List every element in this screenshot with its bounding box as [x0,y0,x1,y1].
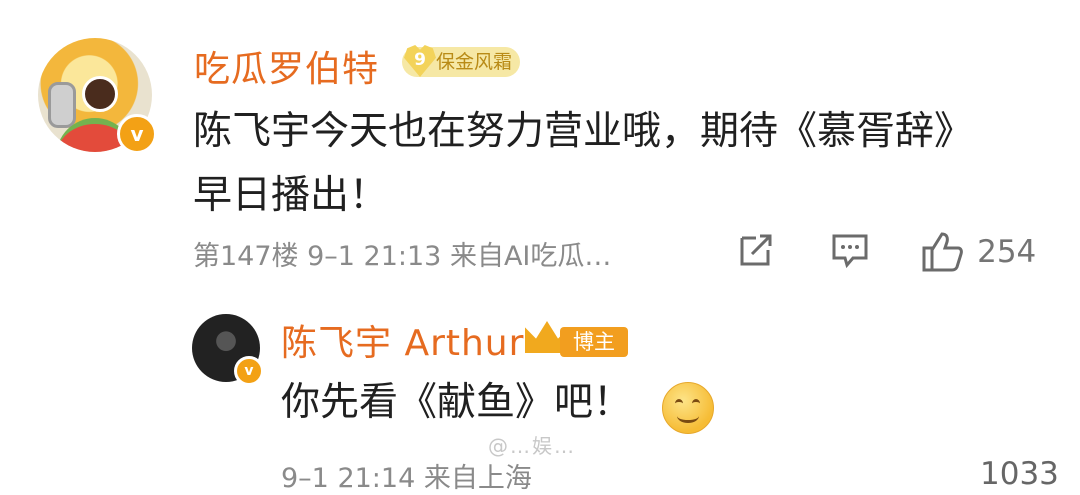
comment-author[interactable]: 吃瓜罗伯特 [194,40,379,92]
level-badge-label: 保金风霜 [436,51,513,73]
level-heart-icon: 9 [404,45,436,77]
share-icon [740,234,772,266]
comment-icon [832,234,868,269]
reply-verified-badge: v [234,356,264,386]
comment-text-line: 早日播出！ [193,173,389,218]
reply-meta: 9–1 21:14 来自上海 [281,463,532,494]
verified-badge: v [117,114,157,154]
smiley-emoji-icon [662,382,714,434]
comment-button[interactable] [830,230,870,270]
reply-author[interactable]: 陈飞宇 Arthur [281,314,524,366]
eye-illustration [82,76,118,112]
like-count: 254 [977,234,1037,270]
comment-meta: 第147楼 9–1 21:13 来自AI吃瓜… [193,241,612,272]
blogger-badge: 博主 [560,327,628,357]
comment-text-line: 陈飞宇今天也在努力营业哦，期待《慕胥辞》 [193,109,974,154]
like-button[interactable]: 254 [920,230,1037,272]
headset-illustration [48,82,76,128]
watermark: @…娱… [488,434,576,458]
comment-card: v 吃瓜罗伯特 9 保金风霜 陈飞宇今天也在努力营业哦，期待《慕胥辞》 早日播出… [0,0,1080,290]
share-button[interactable] [736,230,776,270]
fan-level-badge: 9 保金风霜 [402,45,521,77]
comment-text: 陈飞宇今天也在努力营业哦，期待《慕胥辞》 早日播出！ [193,100,1053,228]
reply-avatar[interactable]: v [192,314,264,386]
like-icon [922,232,963,272]
reply-text: 你先看《献鱼》吧！ [281,380,633,425]
reply-like-count: 1033 [980,456,1059,492]
